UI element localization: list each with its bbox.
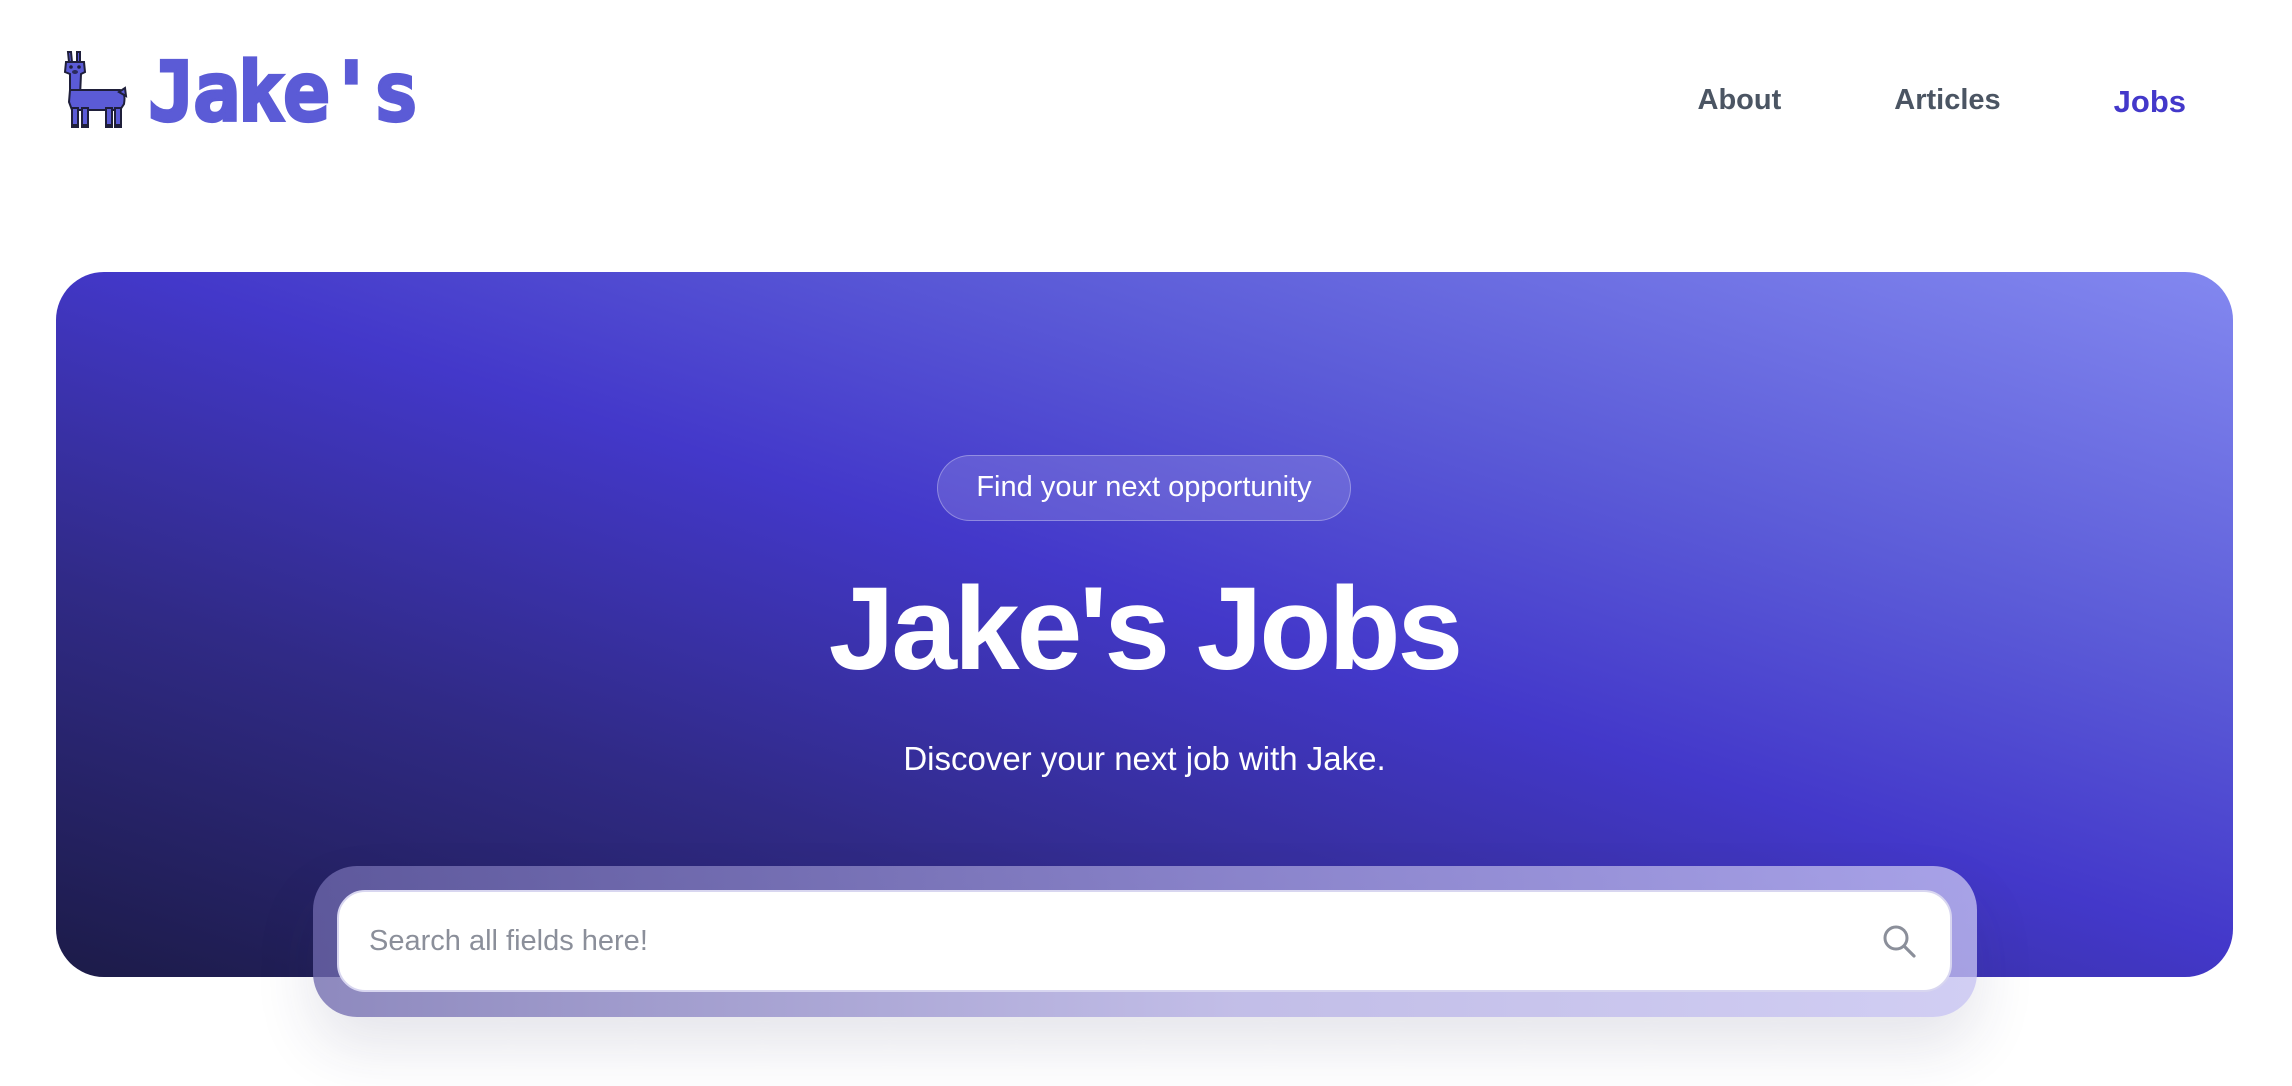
llama-icon <box>63 51 128 128</box>
search-icon[interactable] <box>1880 922 1918 960</box>
hero-badge: Find your next opportunity <box>937 455 1351 521</box>
hero-subtitle: Discover your next job with Jake. <box>903 740 1386 777</box>
logo-wordmark: Jake's <box>147 46 422 141</box>
site-logo[interactable]: Jake's <box>62 46 422 141</box>
search-input[interactable] <box>339 892 1880 990</box>
main-nav: About Articles Jobs <box>1698 84 2187 120</box>
search-box <box>337 890 1952 992</box>
nav-link-about[interactable]: About <box>1698 84 1782 120</box>
site-header: Jake's About Articles Jobs <box>0 0 2292 210</box>
page-title: Jake's Jobs <box>828 563 1463 695</box>
nav-link-jobs[interactable]: Jobs <box>2114 84 2186 120</box>
nav-link-articles[interactable]: Articles <box>1894 84 2000 120</box>
